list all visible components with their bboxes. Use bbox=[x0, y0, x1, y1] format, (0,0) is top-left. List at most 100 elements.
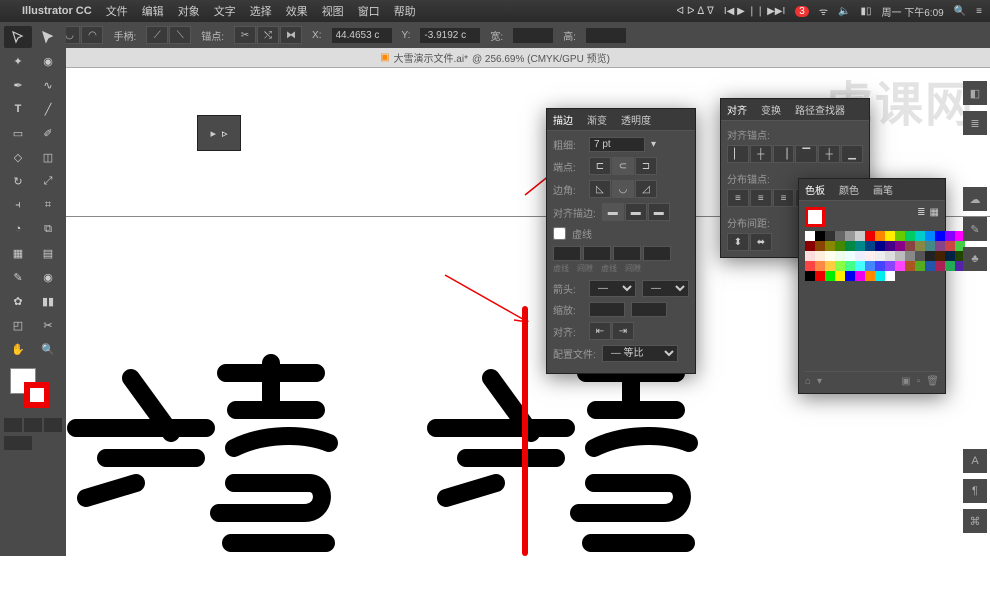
swatch[interactable] bbox=[865, 231, 875, 241]
new-group-icon[interactable]: ▣ bbox=[901, 376, 910, 387]
menu-file[interactable]: 文件 bbox=[106, 3, 128, 19]
corner-bevel[interactable]: ◿ bbox=[635, 180, 657, 198]
dash-1[interactable] bbox=[553, 246, 581, 261]
swatch[interactable] bbox=[815, 251, 825, 261]
swatch[interactable] bbox=[885, 241, 895, 251]
h-input[interactable] bbox=[586, 28, 626, 43]
align-bottom[interactable]: ▁ bbox=[841, 145, 863, 163]
free-transform-tool[interactable]: ⌗ bbox=[34, 194, 62, 216]
swatch[interactable] bbox=[885, 251, 895, 261]
media-controls[interactable]: I◀ ▶ ❘❘ ▶▶I bbox=[724, 6, 785, 17]
align-arrow-2[interactable]: ⇥ bbox=[612, 322, 634, 340]
swatch[interactable] bbox=[885, 231, 895, 241]
mesh-tool[interactable]: ▦ bbox=[4, 242, 32, 264]
swatch[interactable] bbox=[915, 241, 925, 251]
stroke-panel[interactable]: 描边 渐变 透明度 粗细:▾ 端点:⊏⊂⊐ 边角:◺◡◿ 对齐描边:▬▬▬ 虚线… bbox=[546, 108, 696, 374]
swatch[interactable] bbox=[905, 251, 915, 261]
spotlight-icon[interactable]: 🔍 bbox=[954, 6, 966, 17]
width-tool[interactable]: ⫞ bbox=[4, 194, 32, 216]
pen-tool[interactable]: ✒ bbox=[4, 74, 32, 96]
anchor-remove[interactable]: ✂ bbox=[234, 26, 256, 44]
menu-extra-icon[interactable]: ≡ bbox=[976, 6, 982, 17]
swatch[interactable] bbox=[905, 241, 915, 251]
current-stroke-swatch[interactable] bbox=[805, 207, 825, 227]
swatch[interactable] bbox=[825, 251, 835, 261]
handle-hide[interactable]: ⟍ bbox=[169, 26, 191, 44]
convert-corner[interactable]: ◠ bbox=[81, 26, 103, 44]
swatch[interactable] bbox=[905, 231, 915, 241]
menu-object[interactable]: 对象 bbox=[178, 3, 200, 19]
cap-projecting[interactable]: ⊐ bbox=[635, 157, 657, 175]
tab-gradient[interactable]: 渐变 bbox=[587, 112, 607, 127]
shaper-tool[interactable]: ◇ bbox=[4, 146, 32, 168]
menu-help[interactable]: 帮助 bbox=[394, 3, 416, 19]
swatch[interactable] bbox=[945, 241, 955, 251]
swatch[interactable] bbox=[935, 251, 945, 261]
swatch-menu-icon[interactable]: ▾ bbox=[817, 376, 822, 387]
swatch[interactable] bbox=[895, 231, 905, 241]
arrow-end[interactable]: — bbox=[642, 280, 689, 297]
document-name[interactable]: 大雪演示文件.ai* bbox=[394, 50, 468, 65]
stroke-weight-dropdown[interactable]: ▾ bbox=[651, 139, 656, 150]
gap-1[interactable] bbox=[583, 246, 611, 261]
swatch[interactable] bbox=[855, 241, 865, 251]
swatch[interactable] bbox=[805, 241, 815, 251]
tab-stroke[interactable]: 描边 bbox=[553, 112, 573, 127]
swatch[interactable] bbox=[825, 271, 835, 281]
dist-vcenter[interactable]: ≡ bbox=[750, 189, 772, 207]
align-arrow-1[interactable]: ⇤ bbox=[589, 322, 611, 340]
w-input[interactable] bbox=[513, 28, 553, 43]
cap-butt[interactable]: ⊏ bbox=[589, 157, 611, 175]
swatch[interactable] bbox=[925, 251, 935, 261]
eyedropper-tool[interactable]: ✎ bbox=[4, 266, 32, 288]
align-vcenter[interactable]: ┼ bbox=[818, 145, 840, 163]
clock[interactable]: 周一 下午6:09 bbox=[881, 4, 943, 19]
anchor-connect[interactable]: ⤭ bbox=[257, 26, 279, 44]
swatch[interactable] bbox=[925, 231, 935, 241]
dock-libraries-icon[interactable]: ☁ bbox=[963, 187, 987, 211]
tab-align[interactable]: 对齐 bbox=[727, 102, 747, 117]
swatch[interactable] bbox=[845, 271, 855, 281]
cap-round[interactable]: ⊂ bbox=[612, 157, 634, 175]
tab-brushes[interactable]: 画笔 bbox=[873, 182, 893, 197]
swatch[interactable] bbox=[875, 241, 885, 251]
tab-transform[interactable]: 变换 bbox=[761, 102, 781, 117]
swatch[interactable] bbox=[815, 271, 825, 281]
dist-space-v[interactable]: ⬍ bbox=[727, 233, 749, 251]
swatch[interactable] bbox=[935, 231, 945, 241]
menu-edit[interactable]: 编辑 bbox=[142, 3, 164, 19]
tab-transparency[interactable]: 透明度 bbox=[621, 112, 651, 127]
delete-swatch-icon[interactable]: 🗑 bbox=[926, 376, 939, 387]
swatch[interactable] bbox=[945, 251, 955, 261]
blend-tool[interactable]: ◉ bbox=[34, 266, 62, 288]
tab-swatches[interactable]: 色板 bbox=[805, 182, 825, 197]
swatch[interactable] bbox=[855, 231, 865, 241]
dock-glyphs-icon[interactable]: ⌘ bbox=[963, 509, 987, 533]
align-right[interactable]: ▕ bbox=[773, 145, 795, 163]
dock-properties-icon[interactable]: ◧ bbox=[963, 81, 987, 105]
align-hcenter[interactable]: ┼ bbox=[750, 145, 772, 163]
slice-tool[interactable]: ✂ bbox=[34, 314, 62, 336]
swatch[interactable] bbox=[845, 231, 855, 241]
fill-stroke-indicator[interactable] bbox=[4, 366, 62, 414]
arrow-start[interactable]: — bbox=[589, 280, 636, 297]
swatch[interactable] bbox=[815, 241, 825, 251]
arrow-scale-end[interactable] bbox=[631, 302, 667, 317]
swatch-lib-icon[interactable]: ⌂ bbox=[805, 376, 811, 387]
menu-window[interactable]: 窗口 bbox=[358, 3, 380, 19]
swatch[interactable] bbox=[815, 261, 825, 271]
selection-tool[interactable] bbox=[4, 26, 32, 48]
battery-icon[interactable]: ▮▯ bbox=[860, 6, 871, 17]
swatch[interactable] bbox=[815, 231, 825, 241]
dock-para-icon[interactable]: ¶ bbox=[963, 479, 987, 503]
swatch[interactable] bbox=[875, 231, 885, 241]
symbol-sprayer-tool[interactable]: ✿ bbox=[4, 290, 32, 312]
tab-pathfinder[interactable]: 路径查找器 bbox=[795, 102, 845, 117]
dock-symbols-icon[interactable]: ♣ bbox=[963, 247, 987, 271]
perspective-tool[interactable]: ⧉ bbox=[34, 218, 62, 240]
swatch[interactable] bbox=[825, 241, 835, 251]
align-center[interactable]: ▬ bbox=[602, 203, 624, 221]
swatch[interactable] bbox=[895, 261, 905, 271]
swatch[interactable] bbox=[855, 271, 865, 281]
swatch[interactable] bbox=[865, 251, 875, 261]
